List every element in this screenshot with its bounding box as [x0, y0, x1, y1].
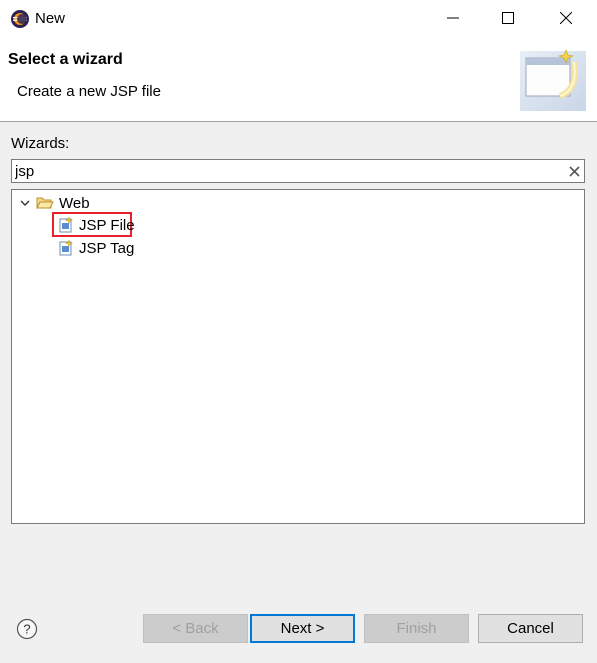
cancel-button[interactable]: Cancel [478, 614, 583, 643]
window-title: New [35, 10, 66, 27]
wizard-filter-field[interactable] [11, 159, 585, 183]
wizards-label-text: Wizards: [11, 135, 70, 152]
minimize-icon [447, 11, 459, 28]
cancel-button-label: Cancel [507, 620, 554, 637]
new-wizard-banner-icon [520, 46, 586, 114]
svg-text:?: ? [23, 622, 30, 637]
folder-open-icon [36, 195, 54, 211]
wizard-filter-input[interactable] [15, 162, 555, 180]
wizard-header: Select a wizard Create a new JSP file [0, 38, 597, 122]
back-button[interactable]: < Back [143, 614, 248, 643]
help-icon[interactable]: ? [16, 618, 38, 640]
close-icon [559, 11, 573, 28]
eclipse-icon [10, 9, 30, 29]
minimize-button[interactable] [425, 0, 481, 38]
finish-button-label: Finish [396, 620, 437, 637]
maximize-button[interactable] [480, 0, 536, 38]
tree-item-jsp-tag[interactable]: JSP Tag [58, 238, 134, 258]
tree-item-label: JSP File [79, 216, 135, 234]
finish-button[interactable]: Finish [364, 614, 469, 643]
tree-item-label: JSP Tag [79, 239, 135, 257]
tree-category-label: Web [59, 194, 90, 212]
next-button-label: Next > [280, 620, 325, 637]
wizard-tree[interactable]: Web JSP File JSP Tag [11, 189, 585, 524]
chevron-down-icon[interactable] [18, 196, 32, 210]
wizard-content: Wizards: Web [0, 122, 597, 602]
page-description: Create a new JSP file [17, 83, 161, 100]
next-button[interactable]: Next > [250, 614, 355, 643]
dialog-footer: ? < Back Next > Finish Cancel [0, 602, 597, 663]
back-button-label: < Back [172, 620, 219, 637]
jsp-file-icon [58, 217, 74, 233]
maximize-icon [502, 11, 514, 28]
close-button[interactable] [538, 0, 594, 38]
page-title: Select a wizard [8, 51, 123, 68]
tree-category-web[interactable]: Web [18, 193, 90, 213]
jsp-tag-icon [58, 240, 74, 256]
clear-icon[interactable] [564, 161, 584, 181]
tree-item-jsp-file[interactable]: JSP File [58, 215, 135, 235]
wizards-label: Wizards: [11, 135, 69, 152]
title-bar: New [0, 0, 597, 38]
